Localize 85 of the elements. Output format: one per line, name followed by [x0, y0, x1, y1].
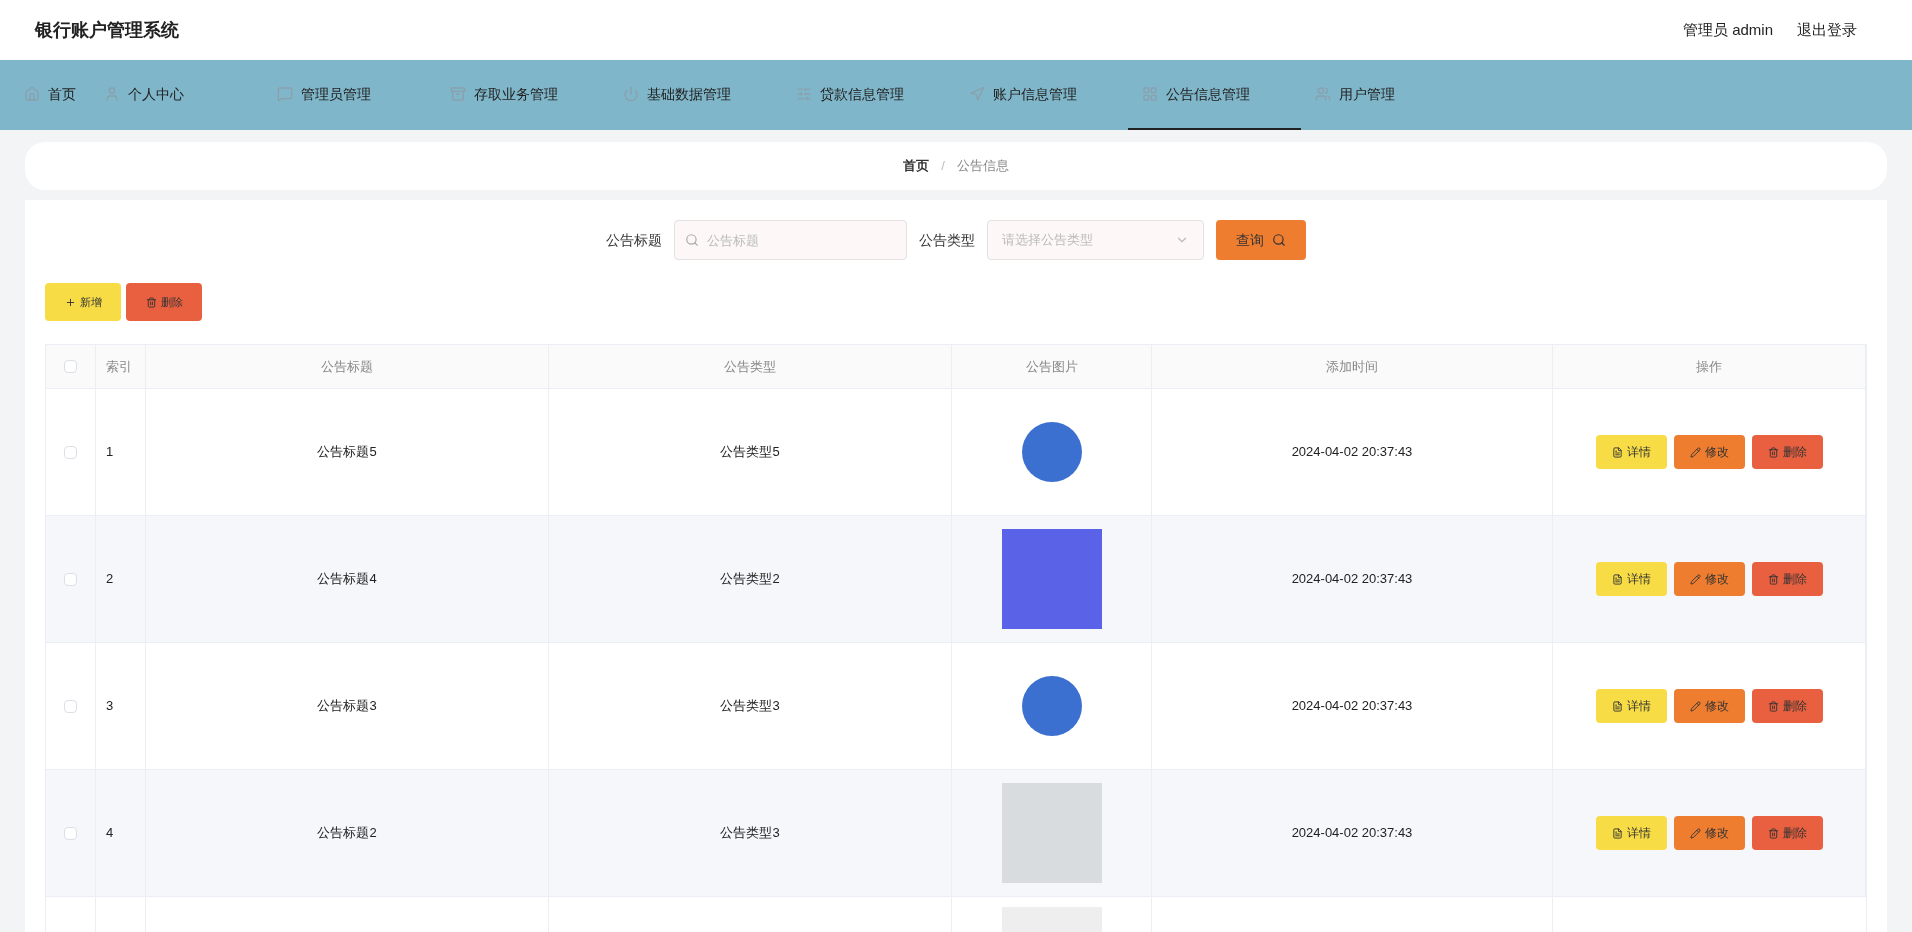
users-icon	[1315, 86, 1331, 102]
detail-button[interactable]: 详情	[1595, 562, 1667, 596]
table-cell-text: 1	[106, 443, 114, 462]
nav-tab[interactable]: 基础数据管理	[609, 60, 782, 130]
pencil-icon	[1689, 827, 1701, 839]
breadcrumb-separator: /	[940, 157, 946, 176]
checkbox[interactable]	[64, 445, 77, 459]
pencil-icon	[1689, 573, 1701, 585]
pencil-icon	[1689, 446, 1701, 458]
edit-button[interactable]: 修改	[1673, 816, 1745, 850]
trash-icon	[145, 296, 157, 308]
nav-tab[interactable]: 贷款信息管理	[782, 60, 955, 130]
send-icon	[969, 86, 985, 102]
delete-button[interactable]: 删除	[1751, 562, 1823, 596]
detail-button[interactable]: 详情	[1595, 816, 1667, 850]
delete-button[interactable]: 删除	[126, 283, 202, 321]
chat-icon	[277, 86, 293, 102]
edit-button[interactable]: 修改	[1673, 435, 1745, 469]
box-icon	[450, 86, 466, 102]
trash-icon	[1767, 700, 1779, 712]
delete-button[interactable]: 删除	[1751, 816, 1823, 850]
document-icon	[1611, 573, 1623, 585]
grid-icon	[1142, 86, 1158, 102]
nav-tab[interactable]: 用户管理	[1301, 60, 1474, 130]
document-icon	[1611, 446, 1623, 458]
nav-tab[interactable]: 首页	[10, 60, 90, 130]
user-icon	[104, 86, 120, 102]
checkbox[interactable]	[64, 699, 77, 713]
app-title: 银行账户管理系统	[35, 18, 179, 42]
field-label: 公告标题	[606, 230, 662, 250]
checkbox[interactable]	[64, 360, 77, 373]
edit-button[interactable]: 修改	[1673, 689, 1745, 723]
table-cell-text: 公告标题5	[317, 443, 377, 462]
table-cell-text: 公告类型5	[720, 443, 780, 462]
search-field[interactable]: 公告标题	[674, 220, 907, 260]
table-cell-text: 2024-04-02 20:37:43	[1291, 824, 1413, 843]
table-cell-text: 公告标题4	[317, 570, 377, 589]
add-button[interactable]: 新增	[45, 283, 121, 321]
column-header: 添加时间	[1326, 357, 1378, 376]
document-icon	[1611, 700, 1623, 712]
power-icon	[623, 86, 639, 102]
plus-icon	[64, 296, 76, 308]
table-cell-text: 4	[106, 824, 114, 843]
nav-tab[interactable]: 管理员管理	[263, 60, 436, 130]
nav-tab[interactable]: 公告信息管理	[1128, 60, 1301, 130]
breadcrumb-link[interactable]: 公告信息	[956, 156, 1009, 176]
delete-button[interactable]: 删除	[1751, 435, 1823, 469]
search-button[interactable]: 查询	[1216, 220, 1306, 260]
column-header: 公告图片	[1025, 357, 1078, 376]
table-cell-text: 公告标题2	[317, 824, 377, 843]
table-cell-text: 公告类型3	[720, 697, 780, 716]
breadcrumb-link[interactable]: 首页	[903, 156, 930, 176]
column-header: 操作	[1696, 357, 1722, 376]
trash-icon	[1767, 446, 1779, 458]
sliders-icon	[796, 86, 812, 102]
checkbox[interactable]	[64, 826, 77, 840]
table-cell-text: 2024-04-02 20:37:43	[1291, 570, 1413, 589]
table-cell-text: 公告类型2	[720, 570, 780, 589]
pencil-icon	[1689, 700, 1701, 712]
table-cell-text: 2024-04-02 20:37:43	[1291, 697, 1413, 716]
checkbox[interactable]	[64, 572, 77, 586]
nav-tab[interactable]: 存取业务管理	[436, 60, 609, 130]
column-header: 索引	[106, 357, 132, 376]
column-header: 公告标题	[321, 357, 373, 376]
trash-icon	[1767, 573, 1779, 585]
logout-link[interactable]: 退出登录	[1797, 18, 1857, 42]
table-cell-text: 公告标题3	[317, 697, 377, 716]
home-icon	[24, 86, 40, 102]
table-cell-text: 3	[106, 697, 114, 716]
trash-icon	[1767, 827, 1779, 839]
delete-button[interactable]: 删除	[1751, 689, 1823, 723]
detail-button[interactable]: 详情	[1595, 689, 1667, 723]
column-header: 公告类型	[724, 357, 776, 376]
document-icon	[1611, 827, 1623, 839]
search-icon	[685, 233, 699, 247]
search-icon	[1272, 233, 1286, 247]
edit-button[interactable]: 修改	[1673, 562, 1745, 596]
nav-tab[interactable]: 账户信息管理	[955, 60, 1128, 130]
user-name: 管理员 admin	[1682, 19, 1773, 40]
nav-tab[interactable]: 个人中心	[90, 60, 263, 130]
detail-button[interactable]: 详情	[1595, 435, 1667, 469]
table-cell-text: 2024-04-02 20:37:43	[1291, 443, 1413, 462]
table-cell-text: 2	[106, 570, 114, 589]
field-label: 公告类型	[919, 230, 975, 250]
table-cell-text: 公告类型3	[720, 824, 780, 843]
